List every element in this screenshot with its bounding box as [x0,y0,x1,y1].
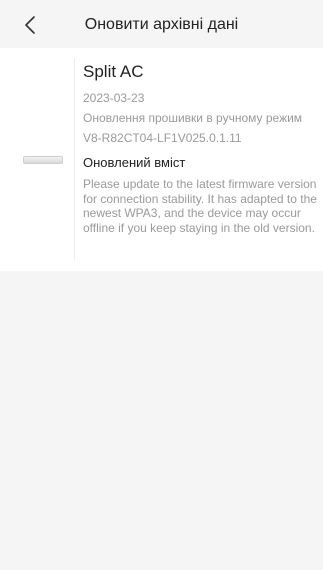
update-date: 2023-03-23 [83,91,145,105]
update-type: Оновлення прошивки в ручному режим [83,111,303,125]
updated-content-title: Оновлений вміст [83,155,186,170]
release-notes: Please update to the latest firmware ver… [83,177,317,235]
header-bar: Оновити архівні дані [0,0,323,48]
firmware-record-card: Split AC 2023-03-23 Оновлення прошивки в… [0,48,323,271]
firmware-details: Split AC 2023-03-23 Оновлення прошивки в… [83,62,323,235]
device-name: Split AC [83,62,144,81]
card-divider [74,58,75,260]
device-image [23,156,63,164]
firmware-history-screen: Оновити архівні дані Split AC 2023-03-23… [0,0,323,570]
firmware-version: V8-R82CT04-LF1V025.0.1.11 [83,131,242,145]
page-title: Оновити архівні дані [84,16,239,33]
